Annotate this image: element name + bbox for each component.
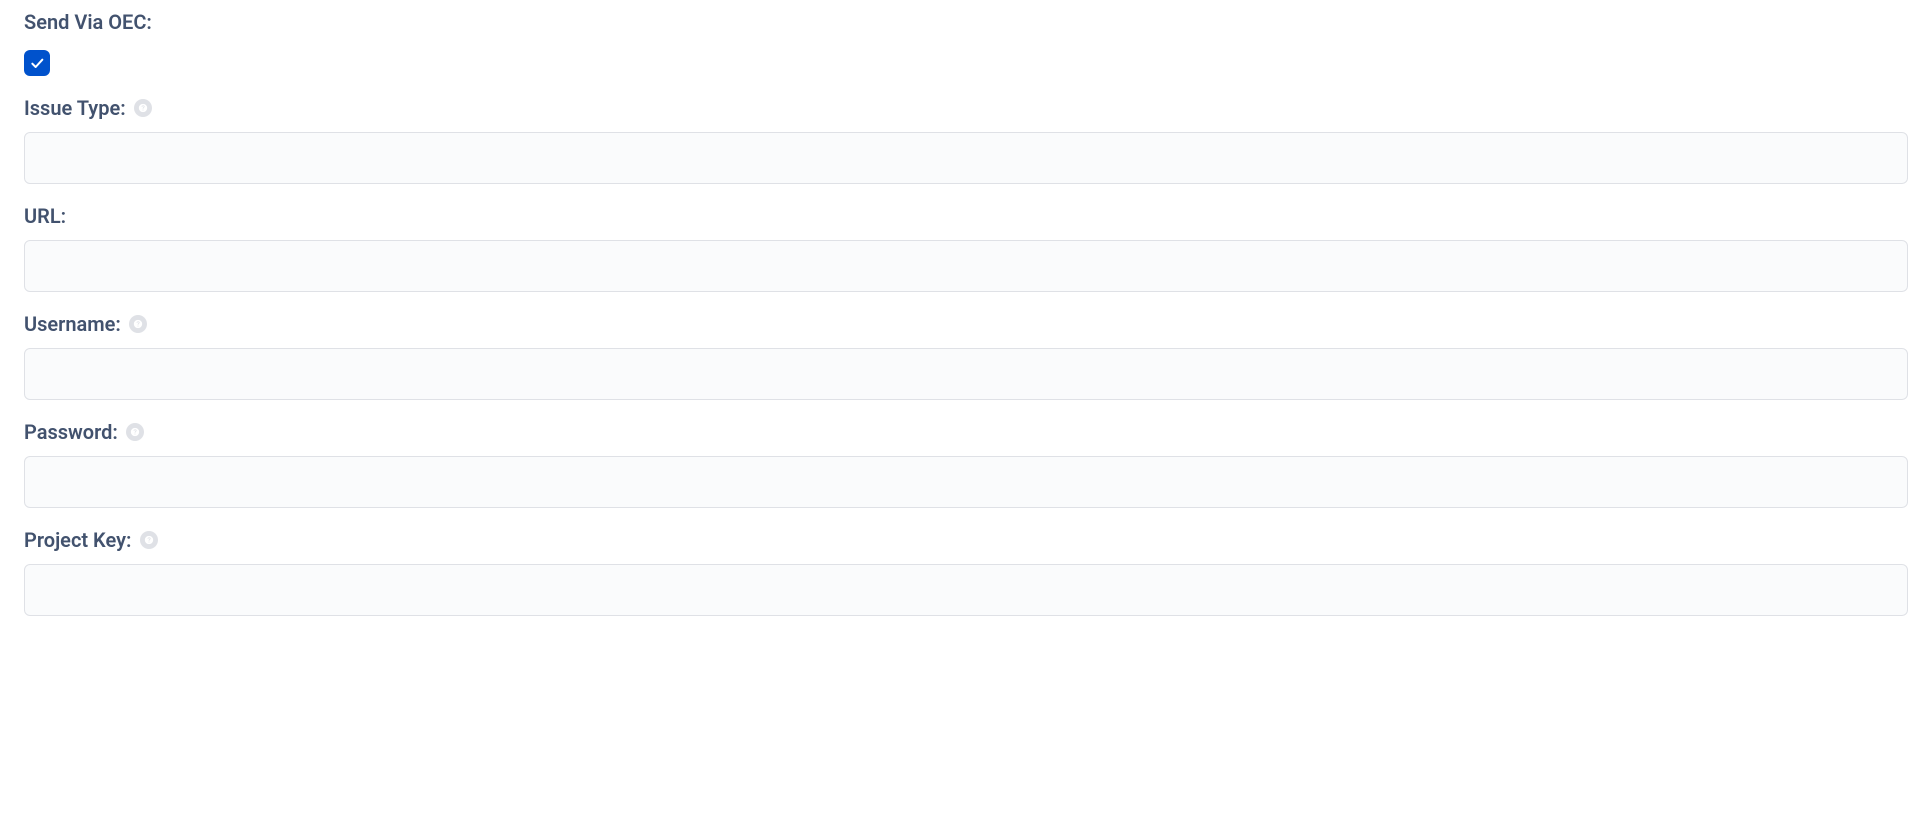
field-group-project-key: Project Key:	[24, 526, 1908, 616]
checkbox-send-via-oec-wrap[interactable]	[24, 50, 50, 76]
check-icon	[29, 55, 45, 71]
input-username[interactable]	[24, 348, 1908, 400]
field-group-username: Username:	[24, 310, 1908, 400]
label-username: Username:	[24, 310, 1908, 338]
input-issue-type[interactable]	[24, 132, 1908, 184]
label-text-url: URL:	[24, 202, 66, 230]
input-url[interactable]	[24, 240, 1908, 292]
help-icon[interactable]	[129, 315, 147, 333]
label-project-key: Project Key:	[24, 526, 1908, 554]
field-group-issue-type: Issue Type:	[24, 94, 1908, 184]
label-text-issue-type: Issue Type:	[24, 94, 126, 122]
label-url: URL:	[24, 202, 1908, 230]
input-project-key[interactable]	[24, 564, 1908, 616]
label-issue-type: Issue Type:	[24, 94, 1908, 122]
checkbox-visual-send-via-oec	[24, 50, 50, 76]
field-group-url: URL:	[24, 202, 1908, 292]
label-password: Password:	[24, 418, 1908, 446]
label-send-via-oec: Send Via OEC:	[24, 8, 1908, 36]
input-password[interactable]	[24, 456, 1908, 508]
help-icon[interactable]	[126, 423, 144, 441]
label-text-project-key: Project Key:	[24, 526, 132, 554]
help-icon[interactable]	[140, 531, 158, 549]
label-text-username: Username:	[24, 310, 121, 338]
label-text-send-via-oec: Send Via OEC:	[24, 8, 152, 36]
help-icon[interactable]	[134, 99, 152, 117]
field-group-password: Password:	[24, 418, 1908, 508]
field-group-send-via-oec: Send Via OEC:	[24, 8, 1908, 76]
label-text-password: Password:	[24, 418, 118, 446]
